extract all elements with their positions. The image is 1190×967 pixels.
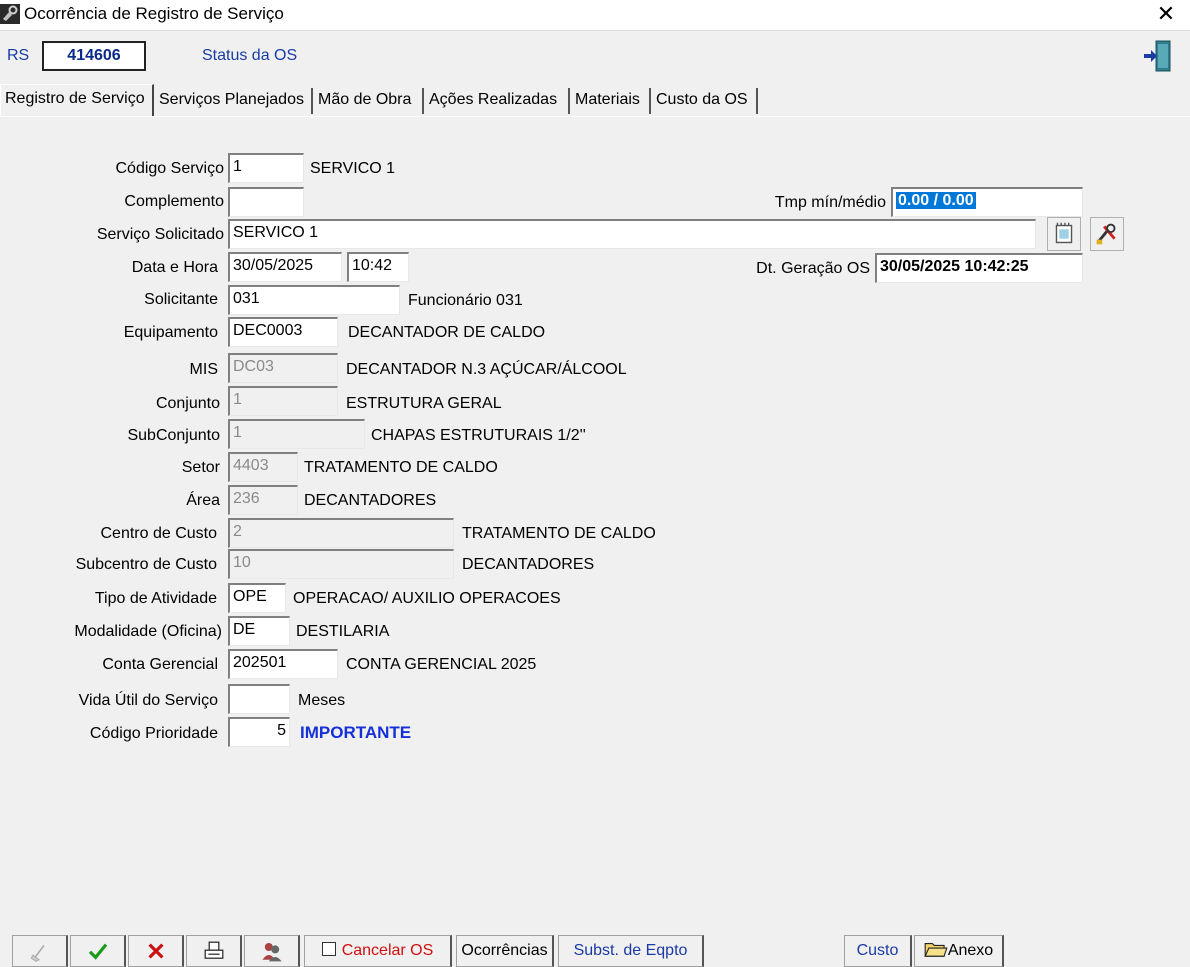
- tab-acoes-realizadas[interactable]: Ações Realizadas: [425, 88, 570, 114]
- print-button[interactable]: [186, 935, 242, 967]
- setor-label: Setor: [181, 459, 220, 476]
- dt-geracao-field: 30/05/2025 10:42:25: [875, 253, 1083, 283]
- checkmark-icon: [88, 943, 107, 960]
- complemento-label: Complemento: [124, 193, 224, 210]
- area-label: Área: [186, 492, 220, 509]
- tools-icon: [1096, 223, 1116, 245]
- tab-materiais[interactable]: Materiais: [571, 88, 651, 114]
- centro-custo-field: 2: [228, 518, 454, 548]
- tmp-medio-value: 0.00 / 0.00: [896, 192, 976, 209]
- mis-label: MIS: [189, 361, 218, 378]
- tab-registro-servico[interactable]: Registro de Serviço: [0, 84, 154, 116]
- conjunto-desc: ESTRUTURA GERAL: [346, 395, 502, 412]
- tab-divider: [0, 116, 1190, 117]
- complemento-input[interactable]: [228, 187, 304, 217]
- notepad-icon: [1055, 222, 1073, 244]
- setor-field: 4403: [228, 452, 298, 482]
- codigo-servico-label: Código Serviço: [115, 160, 225, 177]
- tmp-label: Tmp mín/médio: [774, 194, 886, 211]
- bottom-toolbar: Cancelar OS Ocorrências Subst. de Eqpto …: [0, 935, 1190, 967]
- servico-solicitado-input[interactable]: SERVICO 1: [228, 219, 1036, 249]
- broom-icon: [30, 944, 45, 962]
- prioridade-desc: IMPORTANTE: [300, 723, 412, 742]
- area-desc: DECANTADORES: [304, 492, 437, 509]
- centro-custo-label: Centro de Custo: [100, 525, 217, 542]
- equipamento-input[interactable]: DEC0003: [228, 317, 338, 347]
- custo-button[interactable]: Custo: [844, 935, 912, 967]
- checkbox-icon[interactable]: [321, 942, 336, 956]
- vida-util-label: Vida Útil do Serviço: [78, 692, 218, 709]
- mis-field: DC03: [228, 353, 338, 383]
- date-input[interactable]: 30/05/2025: [228, 252, 342, 282]
- disabled-tool-button[interactable]: [12, 935, 68, 967]
- ocorrencias-button[interactable]: Ocorrências: [456, 935, 554, 967]
- time-input[interactable]: 10:42: [347, 252, 409, 282]
- red-x-icon: [147, 943, 164, 959]
- modalidade-input[interactable]: DE: [228, 616, 290, 646]
- tab-mao-de-obra[interactable]: Mão de Obra: [314, 88, 424, 114]
- users-button[interactable]: [244, 935, 300, 967]
- subconjunto-field: 1: [228, 419, 365, 449]
- subcentro-custo-field: 10: [228, 549, 454, 579]
- status-os-label: Status da OS: [202, 47, 298, 64]
- confirm-button[interactable]: [70, 935, 126, 967]
- centro-custo-desc: TRATAMENTO DE CALDO: [462, 525, 656, 542]
- exit-door-icon[interactable]: [1140, 38, 1176, 74]
- subcentro-custo-label: Subcentro de Custo: [75, 556, 217, 573]
- conjunto-label: Conjunto: [155, 395, 220, 412]
- divider: [0, 30, 1190, 31]
- conta-gerencial-input[interactable]: 202501: [228, 649, 338, 679]
- codigo-servico-input[interactable]: 1: [228, 153, 304, 183]
- anexo-button[interactable]: Anexo: [914, 935, 1004, 967]
- subcentro-custo-desc: DECANTADORES: [462, 556, 595, 573]
- app-icon: [0, 4, 20, 24]
- data-hora-label: Data e Hora: [131, 259, 218, 276]
- equipamento-desc: DECANTADOR DE CALDO: [348, 324, 546, 341]
- codigo-prioridade-label: Código Prioridade: [89, 725, 218, 742]
- rs-number-field[interactable]: 414606: [42, 41, 146, 71]
- codigo-prioridade-input[interactable]: 5: [228, 717, 290, 747]
- dt-geracao-label: Dt. Geração OS: [756, 260, 870, 277]
- tipo-atividade-desc: OPERACAO/ AUXILIO OPERACOES: [293, 590, 561, 607]
- servico-solicitado-label: Serviço Solicitado: [96, 226, 224, 243]
- cancelar-os-checkbox[interactable]: Cancelar OS: [304, 935, 452, 967]
- solicitante-label: Solicitante: [144, 291, 218, 308]
- tab-strip: Registro de Serviço Serviços Planejados …: [0, 84, 1190, 116]
- rs-label: RS: [7, 47, 30, 64]
- setor-desc: TRATAMENTO DE CALDO: [304, 459, 498, 476]
- subconjunto-desc: CHAPAS ESTRUTURAIS 1/2'': [371, 427, 586, 444]
- tools-button[interactable]: [1090, 217, 1124, 251]
- anexo-label: Anexo: [947, 942, 994, 959]
- vida-util-input[interactable]: [228, 684, 290, 714]
- subconjunto-label: SubConjunto: [127, 427, 220, 444]
- mis-desc: DECANTADOR N.3 AÇÚCAR/ÁLCOOL: [346, 361, 627, 378]
- subst-eqpto-button[interactable]: Subst. de Eqpto: [558, 935, 704, 967]
- tab-servicos-planejados[interactable]: Serviços Planejados: [155, 88, 313, 114]
- conta-gerencial-desc: CONTA GERENCIAL 2025: [346, 656, 537, 673]
- conta-gerencial-label: Conta Gerencial: [102, 656, 218, 673]
- tmp-medio-field[interactable]: 0.00 / 0.00: [891, 187, 1083, 217]
- modalidade-desc: DESTILARIA: [296, 623, 390, 640]
- users-icon: [261, 942, 282, 962]
- folder-icon: [924, 943, 948, 957]
- codigo-servico-desc: SERVICO 1: [310, 160, 396, 177]
- close-icon[interactable]: ✕: [1152, 1, 1180, 27]
- modalidade-label: Modalidade (Oficina): [74, 623, 222, 640]
- printer-icon: [204, 941, 223, 959]
- cancel-button[interactable]: [128, 935, 184, 967]
- solicitante-desc: Funcionário 031: [408, 292, 523, 309]
- vida-util-desc: Meses: [298, 692, 346, 709]
- notes-button[interactable]: [1047, 217, 1081, 251]
- solicitante-input[interactable]: 031: [228, 285, 400, 315]
- tab-custo-da-os[interactable]: Custo da OS: [652, 88, 758, 114]
- window-title: Ocorrência de Registro de Serviço: [24, 4, 284, 23]
- equipamento-label: Equipamento: [123, 324, 218, 341]
- title-bar: Ocorrência de Registro de Serviço ✕: [0, 0, 1190, 30]
- tipo-atividade-label: Tipo de Atividade: [94, 590, 217, 607]
- area-field: 236: [228, 485, 298, 515]
- tipo-atividade-input[interactable]: OPE: [228, 583, 286, 613]
- cancelar-os-label: Cancelar OS: [341, 942, 434, 959]
- conjunto-field: 1: [228, 386, 338, 416]
